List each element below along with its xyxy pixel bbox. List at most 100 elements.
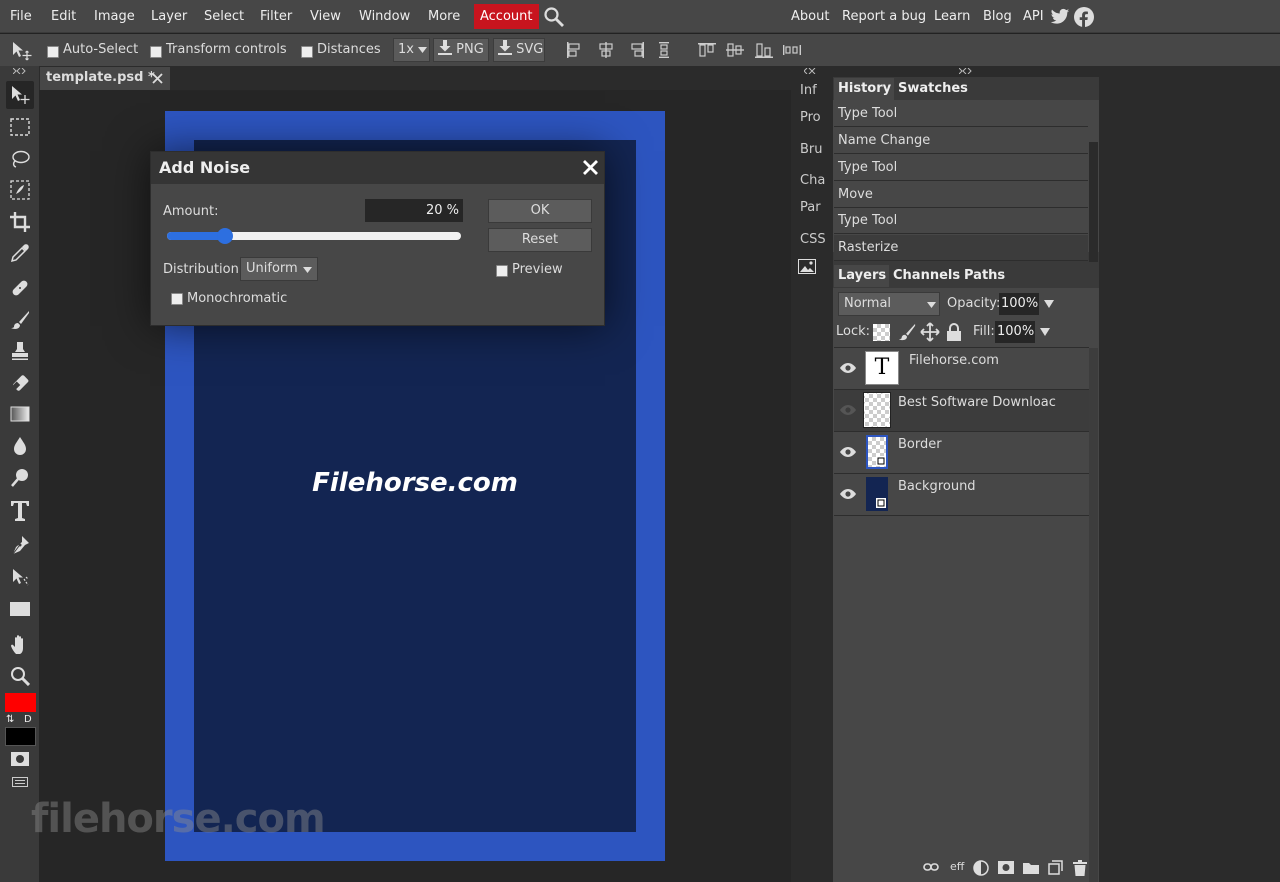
twitter-icon[interactable] bbox=[1050, 8, 1070, 30]
menu-api[interactable]: API bbox=[1023, 0, 1044, 33]
tab-swatches[interactable]: Swatches bbox=[894, 78, 972, 100]
layer-row[interactable]: T Filehorse.com bbox=[834, 348, 1089, 390]
lock-transparency-icon[interactable] bbox=[873, 324, 890, 341]
menu-filter[interactable]: Filter bbox=[260, 0, 292, 33]
trash-icon[interactable] bbox=[1073, 860, 1087, 876]
fill-dropdown-icon[interactable] bbox=[1040, 328, 1050, 336]
layer-effects-button[interactable]: eff bbox=[950, 860, 964, 873]
eye-icon[interactable] bbox=[840, 405, 856, 415]
amount-slider-track[interactable] bbox=[167, 232, 461, 240]
tab-channels[interactable]: Channels bbox=[889, 265, 965, 287]
menu-layer[interactable]: Layer bbox=[151, 0, 187, 33]
eye-icon[interactable] bbox=[840, 447, 856, 457]
align-top-icon[interactable] bbox=[698, 42, 716, 58]
close-icon[interactable] bbox=[582, 159, 599, 176]
fill-input[interactable]: 100% bbox=[995, 321, 1035, 343]
reset-button[interactable]: Reset bbox=[488, 228, 592, 252]
layer-row-selected[interactable]: Best Software Downloac bbox=[834, 390, 1089, 432]
panel-properties[interactable]: Pro bbox=[800, 110, 821, 125]
distribute-v-icon[interactable] bbox=[783, 42, 801, 58]
layers-scrollbar[interactable] bbox=[1089, 348, 1098, 882]
move-tool[interactable] bbox=[6, 81, 34, 109]
ok-button[interactable]: OK bbox=[488, 199, 592, 223]
layer-row[interactable]: Background bbox=[834, 474, 1089, 516]
swap-colors-icon[interactable]: ⇅ bbox=[6, 714, 14, 725]
history-scrollbar[interactable] bbox=[1089, 142, 1098, 262]
eraser-tool[interactable] bbox=[6, 369, 34, 397]
clone-stamp-tool[interactable] bbox=[6, 337, 34, 365]
close-tab-icon[interactable] bbox=[152, 73, 163, 84]
layer-row[interactable]: Border bbox=[834, 432, 1089, 474]
eyedropper-tool[interactable] bbox=[6, 239, 34, 267]
align-bottom-icon[interactable] bbox=[755, 42, 773, 58]
gradient-tool[interactable] bbox=[6, 400, 34, 428]
history-item[interactable]: Move bbox=[834, 182, 1088, 208]
account-button[interactable]: Account bbox=[474, 4, 539, 29]
menu-file[interactable]: File bbox=[10, 0, 32, 33]
eye-icon[interactable] bbox=[840, 363, 856, 373]
healing-brush-tool[interactable] bbox=[6, 274, 34, 302]
menu-report-bug[interactable]: Report a bug bbox=[842, 0, 926, 33]
menu-image[interactable]: Image bbox=[94, 0, 135, 33]
panel-brush[interactable]: Bru bbox=[800, 142, 823, 157]
zoom-select[interactable]: 1x bbox=[393, 38, 430, 62]
shape-tool[interactable] bbox=[6, 595, 34, 623]
history-item-active[interactable]: Rasterize bbox=[834, 235, 1088, 261]
menu-view[interactable]: View bbox=[310, 0, 341, 33]
menu-about[interactable]: About bbox=[791, 0, 829, 33]
pen-tool[interactable] bbox=[6, 531, 34, 559]
crop-tool[interactable] bbox=[6, 208, 34, 236]
default-colors-button[interactable]: D bbox=[24, 714, 32, 725]
export-png-button[interactable]: PNG bbox=[433, 38, 489, 62]
lock-all-icon[interactable] bbox=[946, 322, 962, 342]
opacity-dropdown-icon[interactable] bbox=[1044, 300, 1054, 308]
eye-icon[interactable] bbox=[840, 489, 856, 499]
quick-selection-tool[interactable] bbox=[6, 176, 34, 204]
tab-paths[interactable]: Paths bbox=[960, 265, 1010, 287]
panel-css[interactable]: CSS bbox=[800, 232, 826, 247]
menu-select[interactable]: Select bbox=[204, 0, 244, 33]
align-right-icon[interactable] bbox=[627, 42, 645, 58]
distances-checkbox[interactable] bbox=[301, 46, 313, 58]
panel-info[interactable]: Inf bbox=[800, 83, 817, 98]
new-layer-icon[interactable] bbox=[1048, 860, 1063, 875]
blur-tool[interactable] bbox=[6, 432, 34, 460]
panel-character[interactable]: Cha bbox=[800, 173, 825, 188]
auto-select-checkbox[interactable] bbox=[47, 46, 59, 58]
dodge-tool[interactable] bbox=[6, 463, 34, 491]
zoom-tool[interactable] bbox=[6, 662, 34, 690]
distribute-h-icon[interactable] bbox=[655, 42, 673, 58]
blend-mode-select[interactable]: Normal bbox=[838, 292, 940, 316]
tab-layers[interactable]: Layers bbox=[834, 265, 891, 287]
collapse-arrows-icon[interactable] bbox=[959, 68, 973, 74]
screen-mode-icon[interactable] bbox=[12, 777, 28, 787]
lock-pixels-brush-icon[interactable] bbox=[898, 323, 916, 341]
transform-controls-checkbox[interactable] bbox=[150, 46, 162, 58]
history-item[interactable]: Type Tool bbox=[834, 208, 1088, 234]
brush-tool[interactable] bbox=[6, 306, 34, 334]
align-middle-icon[interactable] bbox=[726, 42, 744, 58]
distribution-select[interactable]: Uniform bbox=[240, 257, 318, 281]
marquee-tool[interactable] bbox=[6, 113, 34, 141]
align-left-icon[interactable] bbox=[566, 42, 584, 58]
new-group-folder-icon[interactable] bbox=[1023, 861, 1039, 874]
path-selection-tool[interactable] bbox=[6, 563, 34, 591]
search-icon[interactable] bbox=[543, 6, 565, 32]
amount-slider-handle[interactable] bbox=[216, 228, 233, 244]
adjustment-layer-icon[interactable] bbox=[973, 860, 989, 876]
layer-mask-icon[interactable] bbox=[998, 861, 1014, 874]
image-icon[interactable] bbox=[798, 259, 816, 274]
hand-tool[interactable] bbox=[6, 631, 34, 659]
menu-more[interactable]: More bbox=[428, 0, 460, 33]
history-item[interactable]: Name Change bbox=[834, 128, 1088, 154]
export-svg-button[interactable]: SVG bbox=[493, 38, 545, 62]
tab-template-psd[interactable]: template.psd * bbox=[40, 67, 170, 90]
preview-checkbox[interactable] bbox=[496, 265, 508, 277]
monochromatic-checkbox[interactable] bbox=[171, 293, 183, 305]
background-color-swatch[interactable] bbox=[5, 727, 36, 746]
panel-paragraph[interactable]: Par bbox=[800, 200, 821, 215]
tab-history[interactable]: History bbox=[834, 78, 896, 100]
history-item[interactable]: Type Tool bbox=[834, 155, 1088, 181]
opacity-input[interactable]: 100% bbox=[999, 293, 1039, 315]
menu-blog[interactable]: Blog bbox=[983, 0, 1012, 33]
